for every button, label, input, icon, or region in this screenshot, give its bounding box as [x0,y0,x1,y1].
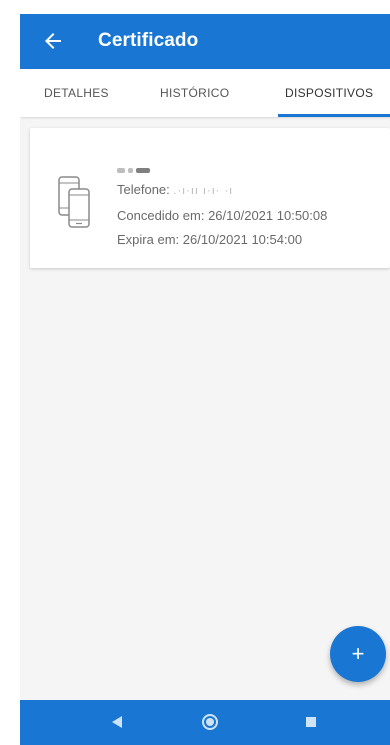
active-tab-indicator [278,114,390,117]
app-screen: Certificado DETALHES HISTÓRICO DISPOSITI… [20,14,390,745]
page-title: Certificado [98,30,199,51]
add-device-button[interactable]: + [330,626,386,682]
tab-historico[interactable]: HISTÓRICO [160,69,229,117]
granted-value: 26/10/2021 10:50:08 [208,208,328,223]
expires-label: Expira em: [117,232,180,247]
plus-icon: + [351,641,365,666]
device-name: ·· ·· [117,162,153,177]
device-card[interactable]: ·· ·· Telefone: .·ı·ıı ı·ı· ·ı Concedido… [30,128,390,268]
tab-detalhes[interactable]: DETALHES [44,69,109,117]
app-bar: Certificado [20,14,390,69]
expires-row: Expira em: 26/10/2021 10:54:00 [117,232,302,247]
phone-value: .·ı·ıı ı·ı· ·ı [173,185,234,197]
granted-row: Concedido em: 26/10/2021 10:50:08 [117,208,327,223]
tab-bar: DETALHES HISTÓRICO DISPOSITIVOS [20,69,390,117]
tab-dispositivos[interactable]: DISPOSITIVOS [285,69,373,117]
system-nav-bar [20,700,390,745]
mobile-devices-icon [58,176,90,228]
square-recents-icon[interactable] [301,712,321,732]
phone-row: Telefone: .·ı·ıı ı·ı· ·ı [117,182,233,197]
phone-label: Telefone: [117,182,170,197]
triangle-back-icon[interactable] [107,712,127,732]
granted-label: Concedido em: [117,208,205,223]
arrow-left-icon[interactable] [41,29,65,53]
expires-value: 26/10/2021 10:54:00 [182,232,303,247]
circle-home-icon[interactable] [200,712,220,732]
